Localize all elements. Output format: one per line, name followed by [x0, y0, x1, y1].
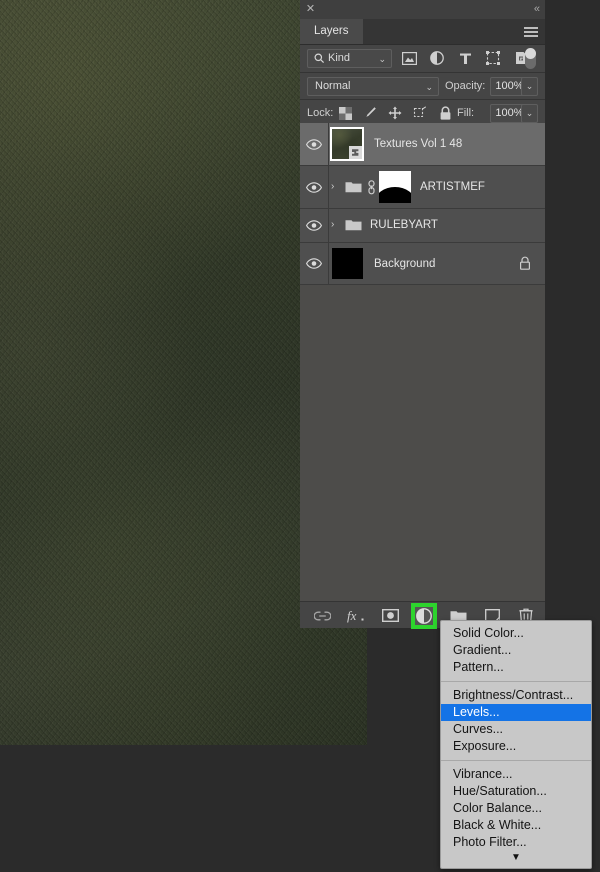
fill-stepper-icon[interactable]: ⌄ — [521, 104, 538, 123]
filter-kind-select[interactable]: Kind ⌄ — [307, 49, 392, 68]
lock-transparent-pixels-icon[interactable] — [337, 104, 353, 122]
blend-mode-select[interactable]: Normal ⌄ — [307, 77, 439, 96]
layer-thumbnail[interactable] — [330, 127, 364, 161]
menu-item-exposure[interactable]: Exposure... — [441, 738, 591, 755]
shape-layer-filter-icon[interactable] — [484, 49, 502, 67]
menu-item-color-balance[interactable]: Color Balance... — [441, 800, 591, 817]
panel-titlebar: ✕ « — [300, 0, 545, 19]
lock-icons — [337, 104, 453, 122]
menu-item-brightness-contrast[interactable]: Brightness/Contrast... — [441, 687, 591, 704]
lock-label: Lock: — [307, 107, 334, 119]
adjustment-layer-filter-icon[interactable] — [428, 49, 446, 67]
layer-visibility-toggle[interactable] — [300, 209, 329, 242]
chevron-down-icon[interactable]: ⌄ — [378, 51, 386, 67]
lock-position-icon[interactable] — [387, 104, 403, 122]
layers-panel: ✕ « Layers Kind ⌄ Normal ⌄ Opacity: 100%… — [300, 0, 545, 629]
menu-item-vibrance[interactable]: Vibrance... — [441, 766, 591, 783]
type-layer-filter-icon[interactable] — [456, 49, 474, 67]
menu-item-levels[interactable]: Levels... — [441, 704, 591, 721]
svg-text:fx: fx — [347, 609, 357, 623]
menu-item-gradient[interactable]: Gradient... — [441, 642, 591, 659]
pixel-layer-filter-icon[interactable] — [400, 49, 418, 67]
folder-icon[interactable] — [345, 218, 362, 231]
layer-name-label[interactable]: Background — [374, 258, 435, 271]
lock-artboard-nesting-icon[interactable] — [412, 104, 428, 122]
collapse-panel-icon[interactable]: « — [534, 3, 540, 15]
add-layer-mask-icon[interactable] — [381, 607, 399, 625]
group-disclosure-chevron-icon[interactable]: › — [331, 181, 341, 193]
menu-item-pattern[interactable]: Pattern... — [441, 659, 591, 676]
eye-icon — [306, 138, 322, 150]
table-row[interactable]: Background — [300, 243, 545, 285]
link-layers-icon[interactable] — [313, 607, 331, 625]
eye-icon — [306, 181, 322, 193]
layer-visibility-toggle[interactable] — [300, 243, 329, 284]
tab-layers[interactable]: Layers — [300, 19, 363, 44]
chevron-down-icon[interactable]: ⌄ — [425, 79, 433, 95]
group-disclosure-chevron-icon[interactable]: › — [331, 219, 341, 231]
new-adjustment-layer-icon[interactable] — [411, 602, 437, 629]
opacity-stepper-icon[interactable]: ⌄ — [521, 77, 538, 96]
menu-item-hue-saturation[interactable]: Hue/Saturation... — [441, 783, 591, 800]
eye-icon — [306, 220, 322, 231]
layer-list: Textures Vol 1 48 › ARTISTMEF › RULEBYAR… — [300, 123, 545, 601]
fill-label: Fill: — [457, 107, 475, 119]
menu-item-curves[interactable]: Curves... — [441, 721, 591, 738]
filter-kind-label: Kind — [328, 52, 351, 64]
layer-visibility-toggle[interactable] — [300, 166, 329, 208]
layer-visibility-toggle[interactable] — [300, 123, 329, 165]
blend-mode-row: Normal ⌄ Opacity: 100% ⌄ — [300, 73, 545, 100]
filter-type-icons — [400, 49, 530, 67]
layer-mask-thumbnail[interactable] — [379, 171, 411, 203]
blend-mode-value: Normal — [315, 80, 351, 92]
lock-all-icon[interactable] — [437, 104, 453, 122]
menu-item-black-and-white[interactable]: Black & White... — [441, 817, 591, 834]
menu-separator — [441, 760, 591, 761]
menu-scroll-down-arrow-icon[interactable]: ▼ — [441, 851, 591, 866]
layer-name-label[interactable]: RULEBYART — [370, 219, 438, 232]
panel-menu-icon[interactable] — [524, 27, 538, 37]
lock-image-pixels-icon[interactable] — [362, 104, 378, 122]
layer-style-fx-icon[interactable]: fx — [347, 607, 365, 625]
smart-object-badge-icon — [349, 146, 362, 159]
menu-item-photo-filter[interactable]: Photo Filter... — [441, 834, 591, 851]
filter-enable-toggle[interactable] — [525, 48, 536, 69]
layer-thumbnail[interactable] — [332, 248, 363, 279]
layer-name-label[interactable]: Textures Vol 1 48 — [374, 138, 462, 151]
table-row[interactable]: › ARTISTMEF — [300, 166, 545, 209]
folder-icon[interactable] — [345, 180, 362, 193]
layer-filter-row: Kind ⌄ — [300, 45, 545, 73]
layer-name-label[interactable]: ARTISTMEF — [420, 181, 485, 194]
eye-icon — [306, 258, 322, 269]
close-icon[interactable]: ✕ — [305, 4, 316, 15]
opacity-label: Opacity: — [445, 80, 486, 92]
link-mask-icon[interactable] — [366, 180, 376, 195]
table-row[interactable]: Textures Vol 1 48 — [300, 123, 545, 166]
search-icon — [314, 53, 325, 64]
layer-locked-icon — [519, 256, 531, 271]
menu-separator — [441, 681, 591, 682]
table-row[interactable]: › RULEBYART — [300, 209, 545, 243]
new-adjustment-layer-menu: Solid Color... Gradient... Pattern... Br… — [440, 620, 592, 869]
panel-tab-strip: Layers — [300, 19, 545, 45]
menu-item-solid-color[interactable]: Solid Color... — [441, 625, 591, 642]
